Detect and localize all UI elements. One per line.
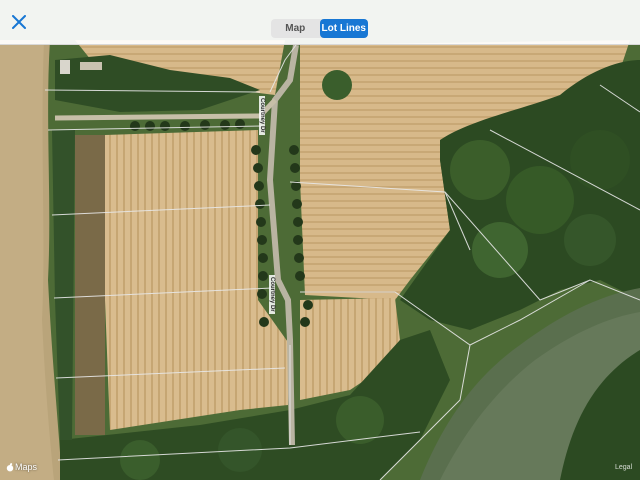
building	[80, 62, 102, 70]
tree-cluster	[120, 440, 160, 480]
map-screen: Courtney Dr Courtney Dr Map Lot Lines Ma…	[0, 0, 640, 480]
tab-lot-lines[interactable]: Lot Lines	[319, 19, 368, 38]
close-button[interactable]	[8, 11, 30, 33]
tree-cluster	[472, 222, 528, 278]
tab-map[interactable]: Map	[271, 19, 320, 38]
building	[60, 60, 70, 74]
top-bar: Map Lot Lines	[0, 0, 640, 45]
satellite-map[interactable]	[0, 0, 640, 480]
close-icon	[12, 15, 26, 29]
road-label: Courtney Dr	[259, 96, 265, 135]
tree-cluster	[506, 166, 574, 234]
road-label: Courtney Dr	[269, 275, 275, 314]
tree-cluster	[564, 214, 616, 266]
maps-attribution[interactable]: Maps	[6, 462, 37, 472]
tree-cluster	[336, 396, 384, 444]
tree-cluster	[570, 130, 630, 190]
map-mode-segmented-control: Map Lot Lines	[271, 19, 368, 38]
lone-tree	[322, 70, 352, 100]
apple-logo-icon	[6, 462, 14, 471]
legal-link[interactable]: Legal	[615, 464, 632, 471]
field-edge-strip	[75, 135, 105, 435]
tree-cluster	[450, 140, 510, 200]
maps-attribution-text: Maps	[15, 462, 38, 472]
